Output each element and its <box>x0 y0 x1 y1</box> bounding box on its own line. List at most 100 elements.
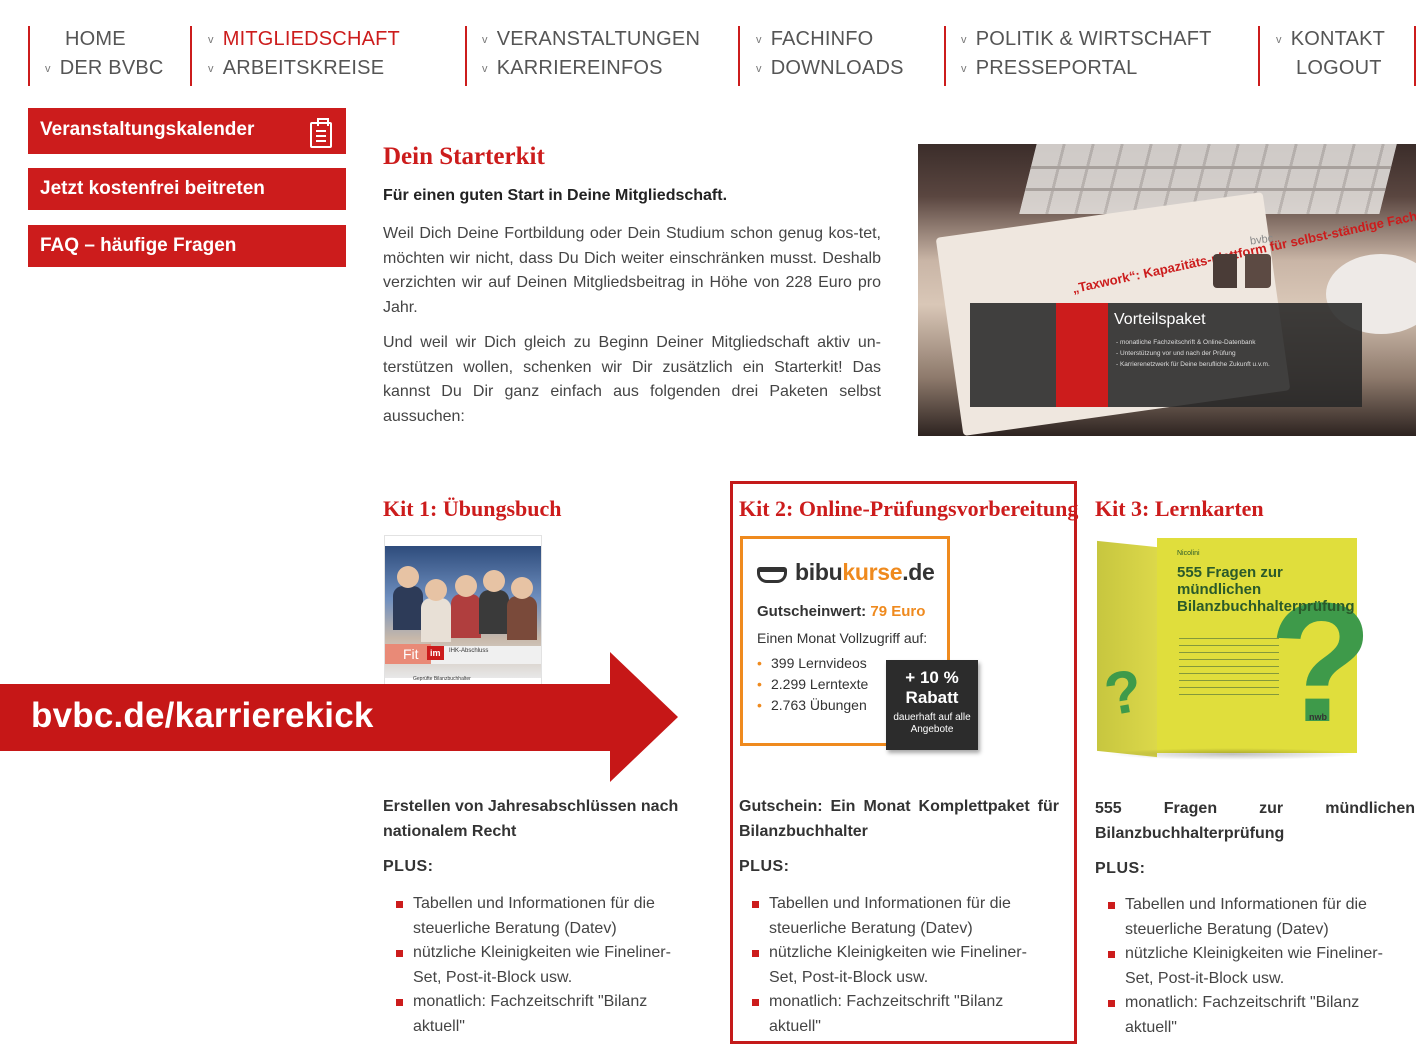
intro-lead: Für einen guten Start in Deine Mitglieds… <box>383 187 728 204</box>
person-figure <box>397 566 419 588</box>
sidebar-button-veranstaltungskalender[interactable]: Veranstaltungskalender <box>28 108 346 154</box>
box-shadow <box>1107 748 1357 760</box>
kit2-description: Gutschein: Ein Monat Komplettpaket für B… <box>739 798 1059 840</box>
list-item: Tabellen und Informationen für die steue… <box>396 892 696 941</box>
bibukurse-logo-icon <box>757 567 787 583</box>
nav-item-fachinfo[interactable]: v FACHINFO <box>756 28 873 51</box>
list-item: 2.299 Lerntexte <box>757 674 868 695</box>
nav-item-der-bvbc[interactable]: v DER BVBC <box>45 57 164 80</box>
discount-label: Rabatt <box>905 688 959 707</box>
person-figure <box>511 577 533 599</box>
chevron-down-icon: v <box>1276 34 1282 46</box>
chevron-down-icon: v <box>45 63 51 75</box>
nav-item-home[interactable]: HOME <box>65 28 126 51</box>
list-item: nützliche Kleinigkeiten wie Fineliner-Se… <box>396 941 696 990</box>
discount-badge: + 10 % Rabatt dauerhaft auf alle Angebot… <box>886 660 978 750</box>
overlay-line: - monatliche Fachzeitschrift & Online-Da… <box>1116 339 1256 346</box>
chevron-down-icon: v <box>208 34 214 46</box>
overlay-accent-bar <box>1056 303 1108 407</box>
overlay-line: - Unterstützung vor und nach der Prüfung <box>1116 350 1236 357</box>
box-fine-print <box>1179 638 1279 698</box>
chevron-down-icon: v <box>961 34 967 46</box>
intro-paragraph: Weil Dich Deine Fortbildung oder Dein St… <box>383 225 881 316</box>
nav-item-arbeitskreise[interactable]: v ARBEITSKREISE <box>208 57 384 80</box>
person-figure <box>451 594 481 638</box>
chevron-down-icon: v <box>961 63 967 75</box>
nav-item-logout[interactable]: LOGOUT <box>1296 57 1382 80</box>
sidebar-button-label: Veranstaltungskalender <box>40 119 255 140</box>
bibukurse-logo: bibukurse.de <box>795 559 935 585</box>
portrait-photos <box>1213 254 1271 288</box>
nav-separator <box>944 26 946 86</box>
nav-item-kontakt[interactable]: v KONTAKT <box>1276 28 1385 51</box>
url-callout-arrow: bvbc.de/karrierekick <box>0 652 680 782</box>
person-figure <box>507 596 537 640</box>
kit3-bullet-list: Tabellen und Informationen für die steue… <box>1108 893 1408 1040</box>
callout-url: bvbc.de/karrierekick <box>31 696 374 735</box>
list-item: 2.763 Übungen <box>757 695 868 716</box>
discount-sub: dauerhaft auf alle Angebote <box>893 712 971 735</box>
list-item: Tabellen und Informationen für die steue… <box>752 892 1052 941</box>
person-figure <box>421 598 451 642</box>
nav-separator <box>465 26 467 86</box>
list-item: monatlich: Fachzeitschrift "Bilanz aktue… <box>752 990 1052 1039</box>
voucher-month-text: Einen Monat Vollzugriff auf: <box>757 630 928 646</box>
hero-image: „Taxwork“: Kapazitäts-plattform für selb… <box>918 144 1416 436</box>
voucher-item-list: 399 Lernvideos 2.299 Lerntexte 2.763 Übu… <box>757 653 868 716</box>
kit1-description: Erstellen von Jahresabschlüssen nach nat… <box>383 798 679 840</box>
kit3-plus-label: PLUS: <box>1095 860 1146 877</box>
discount-percent: + 10 % <box>905 668 959 687</box>
sidebar-button-label: FAQ – häufige Fragen <box>40 235 237 256</box>
page-title: Dein Starterkit <box>383 143 545 170</box>
vorteilspaket-overlay: Vorteilspaket - monatliche Fachzeitschri… <box>970 303 1362 407</box>
kit2-plus-label: PLUS: <box>739 858 790 875</box>
box-author: Nicolini <box>1177 550 1200 557</box>
chevron-down-icon: v <box>208 63 214 75</box>
box-title: 555 Fragen zur mündlichen Bilanzbuchhalt… <box>1177 564 1355 615</box>
kit1-title: Kit 1: Übungsbuch <box>383 496 562 521</box>
nav-separator <box>1258 26 1260 86</box>
kit1-bullet-list: Tabellen und Informationen für die steue… <box>396 892 696 1039</box>
kit3-flashcard-box[interactable]: ? ? Nicolini 555 Fragen zur mündlichen B… <box>1097 538 1373 760</box>
nav-separator <box>190 26 192 86</box>
nav-separator <box>1414 26 1416 86</box>
kit3-title: Kit 3: Lernkarten <box>1095 496 1264 521</box>
sidebar-button-beitreten[interactable]: Jetzt kostenfrei beitreten <box>28 168 346 210</box>
list-item: monatlich: Fachzeitschrift "Bilanz aktue… <box>396 990 696 1039</box>
list-item: 399 Lernvideos <box>757 653 868 674</box>
publisher-logo: nwb <box>1309 712 1327 722</box>
person-figure <box>479 590 509 634</box>
chevron-down-icon: v <box>756 34 762 46</box>
person-figure <box>393 586 423 630</box>
list-item: nützliche Kleinigkeiten wie Fineliner-Se… <box>1108 942 1408 991</box>
nav-separator <box>28 26 30 86</box>
kit2-title: Kit 2: Online-Prüfungsvorbereitung <box>739 496 1079 521</box>
nav-item-mitgliedschaft[interactable]: v MITGLIEDSCHAFT <box>208 28 400 51</box>
kit2-bullet-list: Tabellen und Informationen für die steue… <box>752 892 1052 1039</box>
sidebar-button-label: Jetzt kostenfrei beitreten <box>40 178 265 199</box>
person-figure <box>483 570 505 592</box>
chevron-down-icon: v <box>482 63 488 75</box>
overlay-title: Vorteilspaket <box>1114 311 1206 328</box>
list-item: Tabellen und Informationen für die steue… <box>1108 893 1408 942</box>
overlay-line: - Karrierenetzwerk für Deine berufliche … <box>1116 361 1270 368</box>
person-figure <box>425 579 447 601</box>
chevron-down-icon: v <box>482 34 488 46</box>
nav-item-downloads[interactable]: v DOWNLOADS <box>756 57 904 80</box>
list-item: monatlich: Fachzeitschrift "Bilanz aktue… <box>1108 991 1408 1040</box>
person-figure <box>455 575 477 597</box>
nav-item-karriereinfos[interactable]: v KARRIEREINFOS <box>482 57 663 80</box>
main-nav: HOME v DER BVBC v MITGLIEDSCHAFT v ARBEITSK… <box>0 0 1423 100</box>
sidebar-button-faq[interactable]: FAQ – häufige Fragen <box>28 225 346 267</box>
arrow-right-icon <box>610 652 678 782</box>
kit3-description: 555 Fragen zur mündlichen Bilanzbuchhalt… <box>1095 800 1415 842</box>
kit1-plus-label: PLUS: <box>383 858 434 875</box>
list-item: nützliche Kleinigkeiten wie Fineliner-Se… <box>752 941 1052 990</box>
nav-item-veranstaltungen[interactable]: v VERANSTALTUNGEN <box>482 28 700 51</box>
intro-paragraph: Und weil wir Dich gleich zu Beginn Deine… <box>383 334 881 425</box>
nav-item-politik-wirtschaft[interactable]: v POLITIK & WIRTSCHAFT <box>961 28 1212 51</box>
nav-item-presseportal[interactable]: v PRESSEPORTAL <box>961 57 1137 80</box>
nav-separator <box>738 26 740 86</box>
voucher-value: Gutscheinwert: 79 Euro <box>757 603 926 620</box>
chevron-down-icon: v <box>756 63 762 75</box>
